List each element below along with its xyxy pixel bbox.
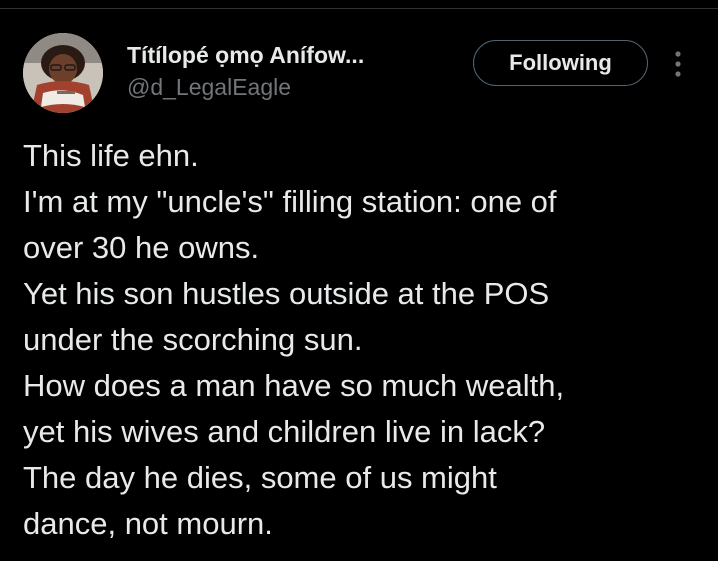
more-options-button[interactable] xyxy=(666,49,690,79)
profile-photo-icon xyxy=(23,33,103,113)
user-handle[interactable]: @d_LegalEagle xyxy=(127,73,457,101)
tweet-line: The day he dies, some of us might xyxy=(23,460,497,495)
tweet-text: This life ehn. I'm at my "uncle's" filli… xyxy=(23,133,703,547)
tweet-line: This life ehn. xyxy=(23,138,199,173)
top-divider xyxy=(0,0,718,9)
tweet-header: Títílopé ọmọ Anífow... @d_LegalEagle Fol… xyxy=(23,33,703,113)
tweet-line: I'm at my "uncle's" filling station: one… xyxy=(23,184,557,219)
tweet-line: How does a man have so much wealth, xyxy=(23,368,565,403)
tweet-line: dance, not mourn. xyxy=(23,506,273,541)
author-names: Títílopé ọmọ Anífow... @d_LegalEagle xyxy=(127,41,457,101)
display-name[interactable]: Títílopé ọmọ Anífow... xyxy=(127,41,457,69)
following-button[interactable]: Following xyxy=(473,40,648,86)
tweet-line: over 30 he owns. xyxy=(23,230,260,265)
vertical-ellipsis-icon xyxy=(675,51,681,77)
tweet-line: Yet his son hustles outside at the POS xyxy=(23,276,550,311)
tweet-line: under the scorching sun. xyxy=(23,322,363,357)
tweet-line: yet his wives and children live in lack? xyxy=(23,414,546,449)
avatar[interactable] xyxy=(23,33,103,113)
